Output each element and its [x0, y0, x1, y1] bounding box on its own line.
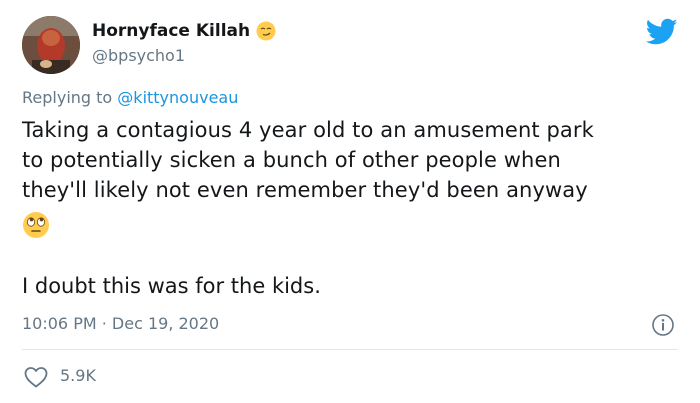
- like-count[interactable]: 5.9K: [60, 366, 96, 385]
- reply-context: Replying to @kittynouveau: [22, 88, 238, 107]
- display-name-row[interactable]: Hornyface Killah: [92, 21, 276, 41]
- tweet-body-line: they'll likely not even remember they'd …: [22, 178, 588, 202]
- display-name[interactable]: Hornyface Killah: [92, 21, 250, 41]
- heart-icon[interactable]: [24, 366, 48, 388]
- tweet-card: Hornyface Killah @bpsycho1 Replying to @…: [0, 0, 700, 403]
- info-icon[interactable]: [651, 313, 675, 337]
- tweet-body: Taking a contagious 4 year old to an amu…: [22, 115, 682, 205]
- rolling-eyes-emoji-icon: [22, 211, 50, 239]
- smirk-emoji-icon: [256, 21, 276, 41]
- tweet-body-line: Taking a contagious 4 year old to an amu…: [22, 118, 594, 142]
- tweet-body-line: to potentially sicken a bunch of other p…: [22, 148, 561, 172]
- reply-prefix: Replying to: [22, 88, 113, 107]
- avatar[interactable]: [22, 16, 80, 74]
- tweet-timestamp[interactable]: 10:06 PM · Dec 19, 2020: [22, 314, 219, 333]
- divider: [22, 349, 678, 350]
- reply-mention-link[interactable]: @kittynouveau: [117, 88, 238, 107]
- user-handle[interactable]: @bpsycho1: [92, 46, 185, 65]
- twitter-bird-icon[interactable]: [645, 18, 678, 46]
- tweet-body-paragraph: I doubt this was for the kids.: [22, 274, 321, 298]
